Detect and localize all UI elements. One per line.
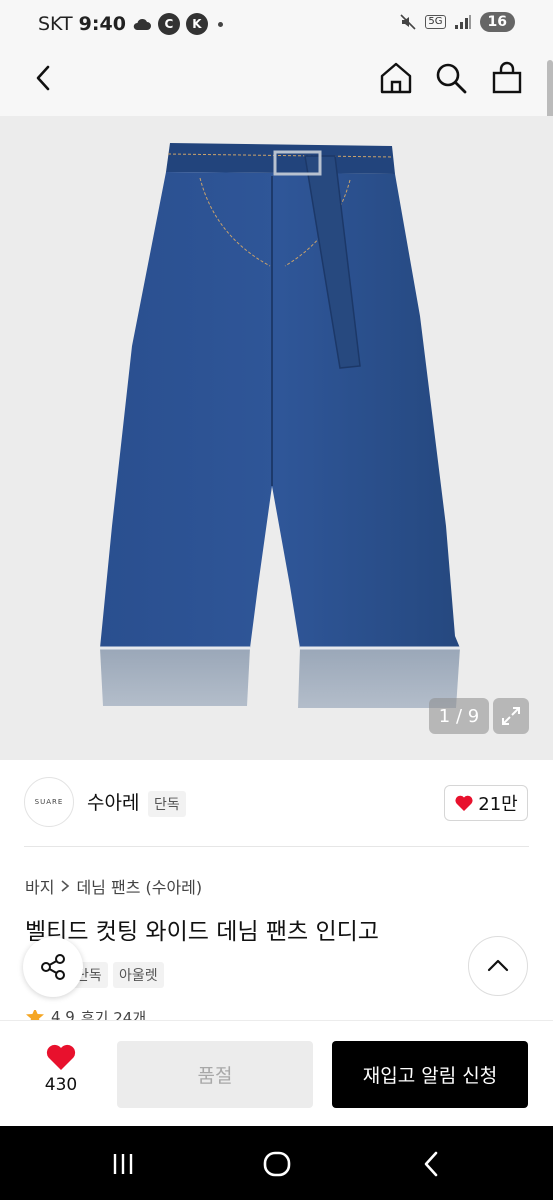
brand-exclusive-tag: 단독: [148, 791, 186, 817]
expand-icon: [502, 707, 520, 725]
status-right: 5G 16: [399, 12, 515, 32]
mute-icon: [400, 14, 416, 30]
heart-icon: [455, 795, 473, 811]
bottom-action-bar: 430 품절 재입고 알림 신청: [0, 1020, 553, 1126]
cloud-icon: [133, 18, 151, 30]
restock-alert-button[interactable]: 재입고 알림 신청: [332, 1041, 528, 1108]
favorite-count: 430: [44, 1075, 78, 1095]
signal-icon: [454, 15, 471, 29]
home-nav-icon[interactable]: [261, 1148, 293, 1180]
status-bar: SKT 9:40 C K 5G 16: [0, 0, 553, 50]
back-arrow-icon[interactable]: [28, 62, 60, 94]
k-notification-icon: K: [185, 13, 208, 35]
brand-logo[interactable]: SUARE: [24, 777, 74, 827]
expand-image-button[interactable]: [493, 698, 529, 734]
heart-icon: [46, 1044, 76, 1070]
c-notification-icon: C: [157, 13, 180, 35]
product-title: 벨티드 컷팅 와이드 데님 팬츠 인디고: [25, 919, 379, 945]
chevron-up-icon: [487, 959, 509, 972]
carrier-label: SKT: [38, 13, 73, 35]
chevron-right-icon: [61, 880, 70, 892]
back-nav-icon[interactable]: [416, 1148, 448, 1180]
denim-pants-illustration: [100, 143, 460, 708]
favorite-button[interactable]: 430: [30, 1043, 92, 1103]
clock: 9:40: [78, 13, 126, 35]
shopping-bag-icon[interactable]: [489, 60, 525, 96]
search-icon[interactable]: [433, 60, 469, 96]
soldout-button: 품절: [117, 1041, 313, 1108]
app-header: [0, 50, 553, 116]
breadcrumb-category[interactable]: 바지: [25, 874, 54, 898]
brand-name[interactable]: 수아레: [87, 788, 139, 815]
share-icon: [41, 954, 65, 980]
share-button[interactable]: [23, 937, 83, 997]
scroll-top-button[interactable]: [468, 936, 528, 996]
scroll-indicator[interactable]: [547, 60, 553, 120]
system-nav-bar: [0, 1126, 553, 1200]
network-type: 5G: [425, 15, 446, 29]
brand-like-button[interactable]: 21만: [444, 785, 528, 821]
status-left: SKT 9:40 C K: [38, 13, 223, 35]
breadcrumb-subcategory[interactable]: 데님 팬츠 (수아레): [76, 874, 202, 898]
battery-level: 16: [479, 12, 515, 32]
image-counter: 1 / 9: [429, 698, 489, 734]
breadcrumb: 바지 데님 팬츠 (수아레): [25, 874, 202, 898]
more-notifications-dot: [217, 21, 223, 27]
product-image[interactable]: [0, 116, 553, 760]
recent-apps-icon[interactable]: [107, 1148, 139, 1180]
brand-like-count: 21만: [478, 794, 518, 815]
outlet-tag: 아울렛: [113, 962, 164, 988]
divider: [24, 846, 529, 847]
home-icon[interactable]: [378, 60, 414, 96]
